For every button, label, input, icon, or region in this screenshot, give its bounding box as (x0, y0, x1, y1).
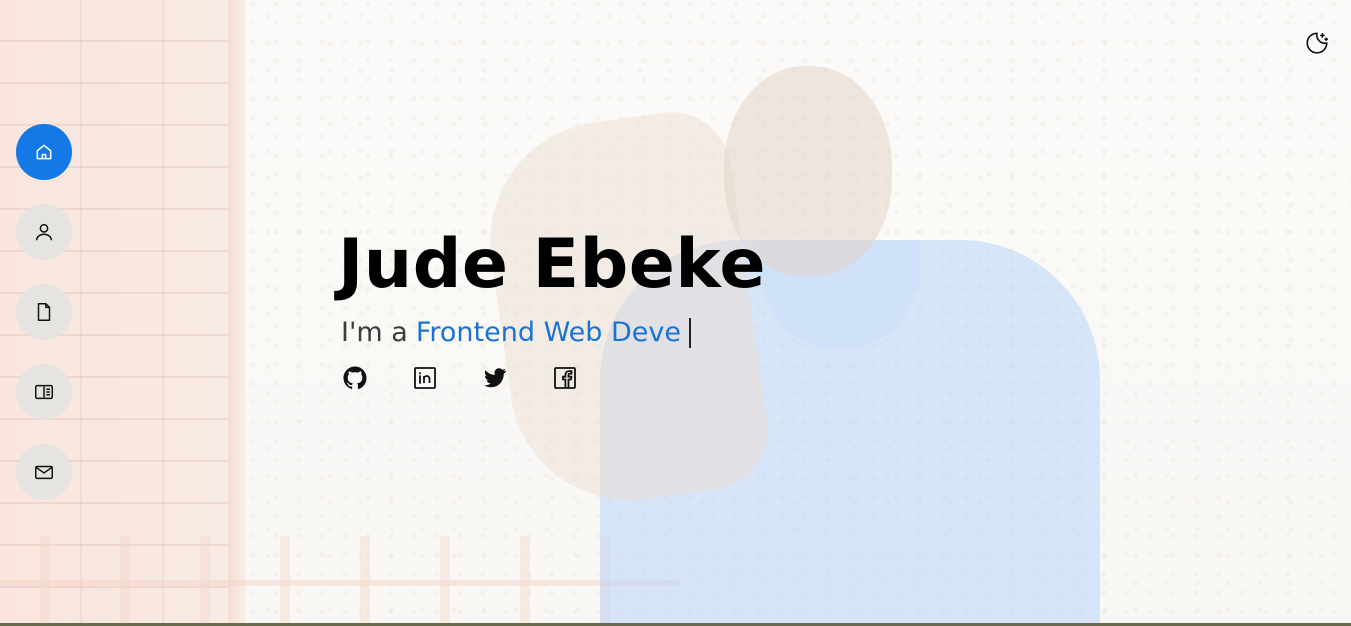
tagline-prefix: I'm a (341, 317, 408, 348)
moon-stars-icon (1306, 32, 1329, 54)
linkedin-link[interactable] (413, 366, 437, 390)
github-icon (343, 366, 367, 390)
hero-content: Jude Ebeke I'm a Frontend Web Deve (338, 222, 766, 390)
linkedin-icon (414, 367, 436, 389)
typing-cursor (689, 318, 692, 348)
nav-home-button[interactable] (16, 124, 72, 180)
home-icon (36, 144, 52, 160)
mail-icon (35, 465, 53, 480)
hero-section: Jude Ebeke I'm a Frontend Web Deve (0, 0, 1351, 626)
twitter-link[interactable] (483, 366, 507, 390)
portfolio-icon (35, 384, 53, 400)
social-links (343, 366, 766, 390)
hero-tagline: I'm a Frontend Web Deve (341, 314, 766, 352)
nav-about-button[interactable] (16, 204, 72, 260)
facebook-link[interactable] (553, 366, 577, 390)
nav-portfolio-button[interactable] (16, 364, 72, 420)
file-icon (37, 303, 51, 321)
tagline-role-typed: Frontend Web Deve (415, 317, 682, 348)
nav-contact-button[interactable] (16, 444, 72, 500)
github-link[interactable] (343, 366, 367, 390)
side-navigation (16, 124, 72, 500)
theme-toggle-button[interactable] (1302, 28, 1332, 58)
hero-name: Jude Ebeke (338, 225, 766, 304)
user-icon (35, 223, 53, 241)
facebook-icon (554, 367, 576, 389)
twitter-icon (484, 368, 506, 388)
nav-resume-button[interactable] (16, 284, 72, 340)
